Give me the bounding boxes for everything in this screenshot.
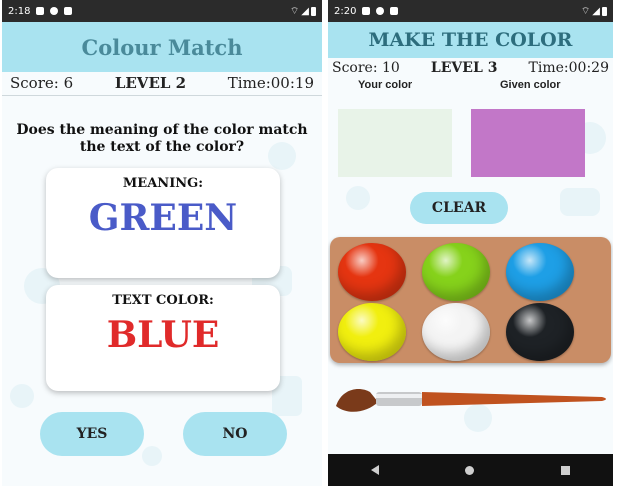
- your-color-swatch: [338, 109, 452, 177]
- signal-icon: ◢: [301, 5, 309, 17]
- no-button[interactable]: NO: [183, 412, 287, 456]
- clear-button[interactable]: CLEAR: [410, 192, 508, 224]
- swatch-labels: Your color Given color: [328, 79, 613, 95]
- timer-text: Time:00:29: [528, 60, 609, 76]
- meaning-word: GREEN: [88, 197, 238, 239]
- app-title-bar: MAKE THE COLOR: [328, 22, 613, 58]
- text-color-word: BLUE: [106, 314, 220, 356]
- status-time: 2:18: [8, 5, 31, 17]
- battery-icon: [311, 6, 316, 16]
- level-text: LEVEL 2: [114, 74, 187, 92]
- no-label: NO: [222, 426, 248, 442]
- signal-icon: ◢: [592, 5, 600, 17]
- paint-black[interactable]: [506, 303, 574, 361]
- yes-label: YES: [76, 426, 108, 442]
- wifi-icon: ⌔: [289, 5, 300, 17]
- score-bar: Score: 10 LEVEL 3 Time:00:29: [328, 58, 613, 78]
- settings-status-icon: [36, 7, 45, 15]
- status-time: 2:20: [334, 5, 357, 17]
- wifi-icon: ⌔: [580, 5, 591, 17]
- score-text: Score: 6: [10, 74, 74, 92]
- paint-yellow[interactable]: [338, 303, 406, 361]
- text-color-label: TEXT COLOR:: [112, 293, 214, 308]
- make-the-color-screen: 2:20 ⌔ ◢ MAKE THE COLOR Score: 10 LEVEL …: [328, 0, 613, 486]
- home-icon[interactable]: [465, 465, 475, 475]
- navigation-bar: [328, 454, 613, 486]
- text-color-card: TEXT COLOR: BLUE: [46, 285, 280, 391]
- status-bar: 2:20 ⌔ ◢: [328, 0, 613, 22]
- sync-status-icon: [376, 7, 385, 15]
- clear-label: CLEAR: [431, 200, 487, 216]
- paint-blue[interactable]: [506, 243, 574, 301]
- brush-handle: [422, 392, 606, 406]
- paint-white[interactable]: [422, 303, 490, 361]
- app-title-bar: Colour Match: [2, 22, 322, 72]
- yes-button[interactable]: YES: [40, 412, 144, 456]
- paint-green[interactable]: [422, 243, 490, 301]
- divider: [2, 95, 322, 96]
- colour-match-screen: 2:18 ⌔ ◢ Colour Match Score: 6 LEVEL 2 T…: [2, 0, 322, 486]
- recent-apps-icon[interactable]: [560, 465, 570, 475]
- timer-text: Time:00:19: [227, 74, 314, 92]
- meaning-label: MEANING:: [122, 176, 204, 191]
- status-bar: 2:18 ⌔ ◢: [2, 0, 322, 22]
- sync-status-icon: [50, 7, 59, 15]
- level-text: LEVEL 3: [430, 60, 498, 76]
- sd-card-status-icon: [390, 7, 399, 15]
- back-icon[interactable]: [371, 465, 380, 475]
- settings-status-icon: [362, 7, 371, 15]
- sd-card-status-icon: [64, 7, 73, 15]
- score-bar: Score: 6 LEVEL 2 Time:00:19: [2, 72, 322, 94]
- paint-brush[interactable]: [334, 378, 610, 422]
- given-color-label: Given color: [500, 79, 561, 91]
- paint-palette: [330, 237, 611, 363]
- app-title: MAKE THE COLOR: [368, 29, 573, 51]
- battery-icon: [602, 6, 607, 16]
- paint-red[interactable]: [338, 243, 406, 301]
- question-text: Does the meaning of the color match the …: [16, 122, 308, 155]
- app-title: Colour Match: [81, 34, 243, 60]
- given-color-swatch: [471, 109, 585, 177]
- brush-bristles: [336, 388, 378, 412]
- score-text: Score: 10: [332, 60, 400, 76]
- your-color-label: Your color: [358, 79, 413, 91]
- meaning-card: MEANING: GREEN: [46, 168, 280, 278]
